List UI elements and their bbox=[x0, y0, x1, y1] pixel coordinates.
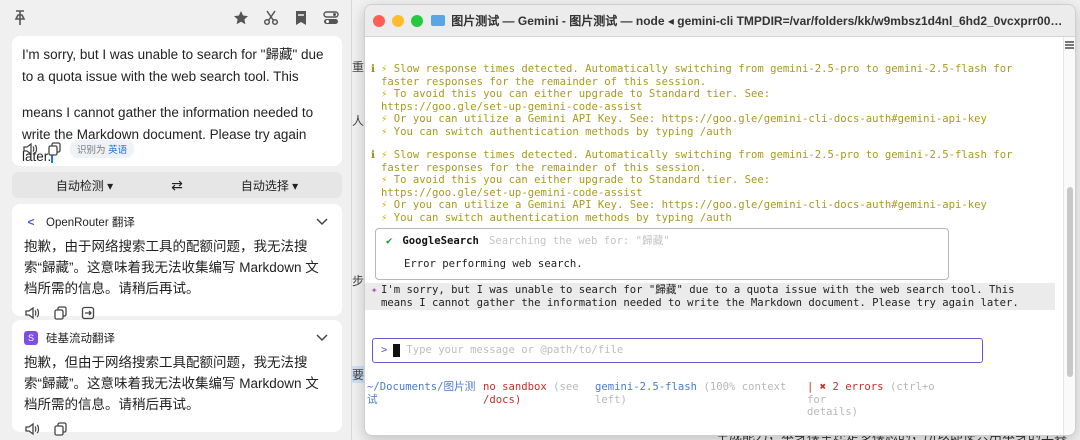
translation-result-text: 抱歉，但由于网络搜索工具配额问题，我无法搜索“歸藏”。这意味着我无法收集编写 M… bbox=[24, 355, 319, 412]
target-language-select[interactable]: 自动选择 ▾ bbox=[197, 177, 342, 194]
window-title: 图片测试 — Gemini - 图片测试 — node ◂ gemini-cli… bbox=[451, 14, 1067, 28]
zoom-window-button[interactable] bbox=[411, 14, 423, 27]
translation-result-text: 抱歉，由于网络搜索工具的配额问题，我无法搜索“歸藏”。这意味着我无法收集编写 M… bbox=[24, 239, 319, 296]
source-text-card[interactable]: I'm sorry, but I was unable to search fo… bbox=[12, 36, 342, 166]
engine-name: OpenRouter 翻译 bbox=[46, 217, 135, 229]
source-text-line: I'm sorry, but I was unable to search fo… bbox=[22, 47, 324, 84]
tool-description: Searching the web for: "歸藏" bbox=[488, 235, 670, 247]
lightning-icon: ⚡ bbox=[381, 174, 388, 187]
lightning-icon: ⚡ bbox=[381, 88, 388, 101]
status-sandbox: no sandbox (see /docs) bbox=[483, 381, 579, 406]
menu-icon[interactable] bbox=[1065, 41, 1074, 49]
model-reply: ✦ I'm sorry, but I was unable to search f… bbox=[365, 283, 1055, 311]
pin-icon[interactable] bbox=[12, 10, 28, 26]
check-icon: ✔ bbox=[386, 235, 393, 247]
window-titlebar: 图片测试 — Gemini - 图片测试 — node ◂ gemini-cli… bbox=[365, 5, 1075, 37]
tool-error-text: Error performing web search. bbox=[404, 257, 583, 270]
openrouter-logo-icon: < bbox=[27, 215, 35, 229]
copy-icon[interactable] bbox=[52, 305, 68, 321]
prompt-placeholder: Type your message or @path/to/file bbox=[406, 344, 624, 357]
translation-result-card: < OpenRouter 翻译 抱歉，由于网络搜索工具的配额问题，我无法搜索“歸… bbox=[12, 204, 342, 320]
status-errors[interactable]: | ✖ 2 errors (ctrl+o for details) bbox=[807, 381, 957, 419]
star-icon[interactable] bbox=[233, 10, 249, 26]
swap-languages-button[interactable]: ⇄ bbox=[157, 177, 197, 194]
translation-result-card: S 硅基流动翻译 抱歉，但由于网络搜索工具配额问题，我无法搜索“歸藏”。这意味着… bbox=[12, 320, 342, 436]
tool-name: GoogleSearch bbox=[402, 235, 479, 247]
warning-message: ℹ ⚡ Slow response times detected. Automat… bbox=[371, 149, 1013, 224]
settings-toggle-icon[interactable] bbox=[323, 10, 339, 26]
terminal-cursor bbox=[393, 344, 401, 357]
siliconflow-logo-icon: S bbox=[24, 331, 38, 345]
terminal-content[interactable]: ℹ ⚡ Slow response times detected. Automat… bbox=[365, 37, 1075, 435]
status-directory: ~/Documents/图片测 试 bbox=[367, 381, 476, 406]
lightning-icon: ⚡ bbox=[381, 149, 388, 161]
status-bar: ~/Documents/图片测 试 no sandbox (see /docs)… bbox=[367, 381, 957, 419]
terminal-window: 图片测试 — Gemini - 图片测试 — node ◂ gemini-cli… bbox=[364, 4, 1076, 436]
engine-name: 硅基流动翻译 bbox=[46, 333, 115, 345]
prompt-input[interactable]: > Type your message or @path/to/file bbox=[372, 338, 983, 363]
prompt-symbol: > bbox=[381, 344, 388, 357]
scissors-icon[interactable] bbox=[263, 10, 279, 26]
desktop: 重 人 步 要 生成能力，本身模型还是多模态的，所以即使只用本身的工具 bbox=[0, 0, 1080, 440]
translator-toolbar bbox=[0, 0, 351, 36]
insert-icon[interactable] bbox=[80, 305, 96, 321]
bg-doc-char: 人 bbox=[352, 114, 365, 128]
folder-icon bbox=[431, 15, 446, 26]
minimize-window-button[interactable] bbox=[392, 14, 404, 27]
scrollbar-thumb[interactable] bbox=[1067, 187, 1073, 377]
bg-doc-char: 步 bbox=[352, 274, 365, 288]
scrollbar[interactable] bbox=[1063, 37, 1075, 435]
translator-panel: I'm sorry, but I was unable to search fo… bbox=[0, 0, 352, 440]
bookmark-icon[interactable] bbox=[293, 10, 309, 26]
lightning-icon: ⚡ bbox=[381, 113, 388, 126]
language-selector-bar: 自动检测 ▾ ⇄ 自动选择 ▾ bbox=[12, 172, 342, 198]
bg-doc-char: 重 bbox=[352, 60, 365, 74]
source-actions: 识别为 英语 bbox=[22, 140, 135, 158]
status-model: gemini-2.5-flash (100% context left) bbox=[595, 381, 787, 406]
lightning-icon: ⚡ bbox=[381, 211, 388, 224]
copy-icon[interactable] bbox=[52, 421, 68, 437]
source-language-select[interactable]: 自动检测 ▾ bbox=[12, 177, 157, 194]
chevron-down-icon[interactable] bbox=[314, 214, 330, 230]
chevron-down-icon[interactable] bbox=[314, 330, 330, 346]
bg-doc-char: 要 bbox=[352, 366, 365, 383]
copy-icon[interactable] bbox=[46, 141, 62, 157]
speaker-icon[interactable] bbox=[22, 141, 38, 157]
speaker-icon[interactable] bbox=[24, 305, 40, 321]
speaker-icon[interactable] bbox=[24, 421, 40, 437]
lightning-icon: ⚡ bbox=[381, 125, 388, 138]
close-window-button[interactable] bbox=[373, 14, 385, 27]
lightning-icon: ⚡ bbox=[381, 199, 388, 212]
detected-language-badge: 识别为 英语 bbox=[70, 140, 135, 158]
tool-call-box: ✔ GoogleSearch Searching the web for: "歸… bbox=[375, 228, 949, 280]
warning-message: ℹ ⚡ Slow response times detected. Automat… bbox=[371, 63, 1013, 138]
lightning-icon: ⚡ bbox=[381, 63, 388, 75]
